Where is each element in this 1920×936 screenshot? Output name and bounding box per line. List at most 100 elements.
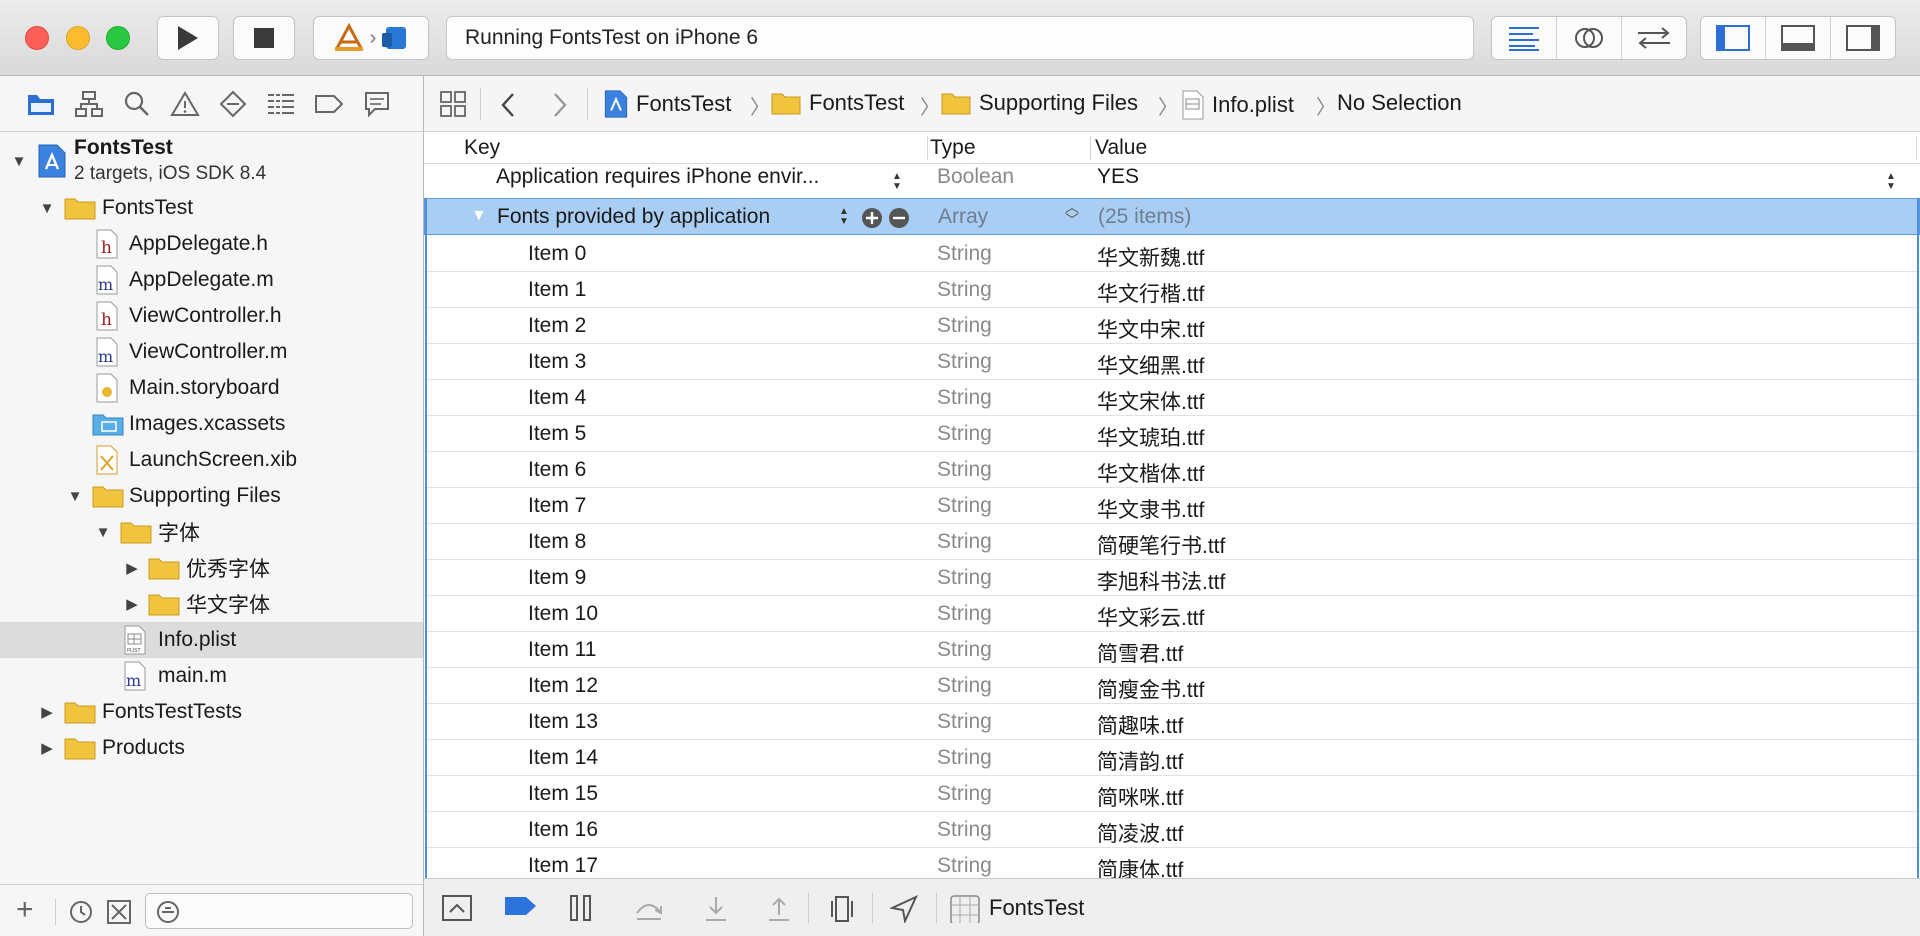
plist-type[interactable]: String xyxy=(937,314,992,338)
column-divider[interactable] xyxy=(1916,136,1917,160)
plist-value[interactable]: 李旭科书法.ttf xyxy=(1097,566,1225,596)
plist-row[interactable]: Item 6 String 华文楷体.ttf xyxy=(424,452,1920,488)
plist-type[interactable]: Boolean xyxy=(937,165,1014,189)
hide-debug-area-icon[interactable] xyxy=(442,895,472,923)
tree-item-appdelegate-h[interactable]: h AppDelegate.h xyxy=(0,226,423,262)
plist-row[interactable]: Item 10 String 华文彩云.ttf xyxy=(424,596,1920,632)
toggle-utilities-button[interactable] xyxy=(1831,17,1895,59)
key-column-header[interactable]: Key xyxy=(464,136,500,160)
tree-item-launchscreen-xib[interactable]: LaunchScreen.xib xyxy=(0,442,423,478)
plist-value[interactable]: 简雪君.ttf xyxy=(1097,638,1183,668)
plist-type[interactable]: String xyxy=(937,386,992,410)
report-navigator-icon[interactable] xyxy=(362,89,392,119)
plist-row[interactable]: Item 4 String 华文宋体.ttf xyxy=(424,380,1920,416)
tree-item-supporting-files[interactable]: ▼ Supporting Files xyxy=(0,478,423,514)
debug-navigator-icon[interactable] xyxy=(266,89,296,119)
breakpoints-toggle-icon[interactable] xyxy=(504,895,538,923)
type-column-header[interactable]: Type xyxy=(930,136,976,160)
run-button[interactable] xyxy=(157,16,219,60)
tree-item-main-storyboard[interactable]: Main.storyboard xyxy=(0,370,423,406)
plist-row[interactable]: Item 13 String 简趣味.ttf xyxy=(424,704,1920,740)
disclosure-expanded-icon[interactable]: ▼ xyxy=(67,488,83,505)
plist-value[interactable]: 华文隶书.ttf xyxy=(1097,494,1204,524)
tree-item-info-plist[interactable]: PLIST Info.plist xyxy=(0,622,423,658)
disclosure-expanded-icon[interactable]: ▼ xyxy=(471,207,487,225)
version-editor-button[interactable] xyxy=(1622,17,1686,59)
step-over-icon[interactable] xyxy=(634,895,664,923)
column-divider[interactable] xyxy=(927,136,928,160)
scheme-selector[interactable]: › xyxy=(313,16,429,60)
test-navigator-icon[interactable] xyxy=(218,89,248,119)
simulate-location-icon[interactable] xyxy=(890,895,918,923)
plist-type[interactable]: String xyxy=(937,638,992,662)
plist-type[interactable]: String xyxy=(937,566,992,590)
disclosure-expanded-icon[interactable]: ▼ xyxy=(11,153,27,170)
tree-item-viewcontroller-m[interactable]: m ViewController.m xyxy=(0,334,423,370)
plist-value[interactable]: 简趣味.ttf xyxy=(1097,710,1183,740)
tree-item-main-m[interactable]: m main.m xyxy=(0,658,423,694)
breakpoint-navigator-icon[interactable] xyxy=(314,89,344,119)
standard-editor-button[interactable] xyxy=(1492,17,1557,59)
plist-row[interactable]: Item 0 String 华文新魏.ttf xyxy=(424,236,1920,272)
add-file-icon[interactable]: + xyxy=(16,893,34,927)
related-items-icon[interactable] xyxy=(440,91,466,117)
back-arrow-icon[interactable] xyxy=(500,92,516,118)
issue-navigator-icon[interactable] xyxy=(170,89,200,119)
breadcrumb-supporting-files[interactable]: Supporting Files xyxy=(941,90,1138,116)
forward-arrow-icon[interactable] xyxy=(552,92,568,118)
plist-value[interactable]: 简硬笔行书.ttf xyxy=(1097,530,1225,560)
minimize-window-button[interactable] xyxy=(66,26,90,50)
plist-type[interactable]: String xyxy=(937,854,992,878)
project-root-row[interactable]: ▼ FontsTest 2 targets, iOS SDK 8.4 xyxy=(0,132,423,190)
project-navigator-icon[interactable] xyxy=(26,89,56,119)
plist-value[interactable]: 华文楷体.ttf xyxy=(1097,458,1204,488)
plist-row[interactable]: Item 11 String 简雪君.ttf xyxy=(424,632,1920,668)
tree-item-products[interactable]: ▶ Products xyxy=(0,730,423,766)
plist-type[interactable]: String xyxy=(937,242,992,266)
plist-row[interactable]: Item 9 String 李旭科书法.ttf xyxy=(424,560,1920,596)
tree-item-fontstest-group[interactable]: ▼ FontsTest xyxy=(0,190,423,226)
remove-row-icon[interactable] xyxy=(888,207,910,229)
plist-type[interactable]: String xyxy=(937,530,992,554)
plist-value[interactable]: 简清韵.ttf xyxy=(1097,746,1183,776)
disclosure-expanded-icon[interactable]: ▼ xyxy=(95,524,111,541)
plist-row[interactable]: Item 12 String 简瘦金书.ttf xyxy=(424,668,1920,704)
column-divider[interactable] xyxy=(1090,136,1091,160)
plist-value[interactable]: 华文细黑.ttf xyxy=(1097,350,1204,380)
plist-row[interactable]: Item 7 String 华文隶书.ttf xyxy=(424,488,1920,524)
plist-type[interactable]: String xyxy=(937,602,992,626)
plist-value[interactable]: 华文中宋.ttf xyxy=(1097,314,1204,344)
add-row-icon[interactable] xyxy=(861,207,883,229)
plist-row[interactable]: Item 8 String 简硬笔行书.ttf xyxy=(424,524,1920,560)
plist-row[interactable]: Item 15 String 简咪咪.ttf xyxy=(424,776,1920,812)
recent-files-icon[interactable] xyxy=(68,899,94,925)
close-window-button[interactable] xyxy=(25,26,49,50)
source-control-filter-icon[interactable] xyxy=(106,899,132,925)
plist-value[interactable]: 简凌波.ttf xyxy=(1097,818,1183,848)
tree-item-huawen-fonts[interactable]: ▶ 华文字体 xyxy=(0,586,423,622)
plist-type[interactable]: String xyxy=(937,458,992,482)
plist-type[interactable]: String xyxy=(937,782,992,806)
key-popup-arrows-icon[interactable]: ▲ ▼ xyxy=(892,172,904,192)
breadcrumb-project[interactable]: FontsTest xyxy=(604,90,731,118)
plist-value[interactable]: 华文行楷.ttf xyxy=(1097,278,1204,308)
step-out-icon[interactable] xyxy=(767,895,791,923)
plist-row[interactable]: Item 1 String 华文行楷.ttf xyxy=(424,272,1920,308)
plist-row[interactable]: Item 16 String 简凌波.ttf xyxy=(424,812,1920,848)
tree-item-fonts-folder[interactable]: ▼ 字体 xyxy=(0,514,423,550)
navigator-filter-field[interactable] xyxy=(145,893,413,929)
step-into-icon[interactable] xyxy=(704,895,728,923)
find-navigator-icon[interactable] xyxy=(122,89,152,119)
assistant-editor-button[interactable] xyxy=(1557,17,1622,59)
plist-type[interactable]: String xyxy=(937,494,992,518)
disclosure-collapsed-icon[interactable]: ▶ xyxy=(39,740,55,757)
plist-type[interactable]: String xyxy=(937,674,992,698)
plist-row-selected[interactable]: ▼ Fonts provided by application ▲ ▼ Array… xyxy=(424,198,1920,235)
plist-type[interactable]: String xyxy=(937,746,992,770)
pause-icon[interactable] xyxy=(570,895,592,923)
toggle-debug-area-button[interactable] xyxy=(1766,17,1831,59)
plist-type[interactable]: Array xyxy=(938,205,988,229)
value-popup-arrows-icon[interactable]: ▲ ▼ xyxy=(1886,172,1898,192)
stop-button[interactable] xyxy=(233,16,295,60)
breadcrumb-selection[interactable]: No Selection xyxy=(1337,90,1462,116)
